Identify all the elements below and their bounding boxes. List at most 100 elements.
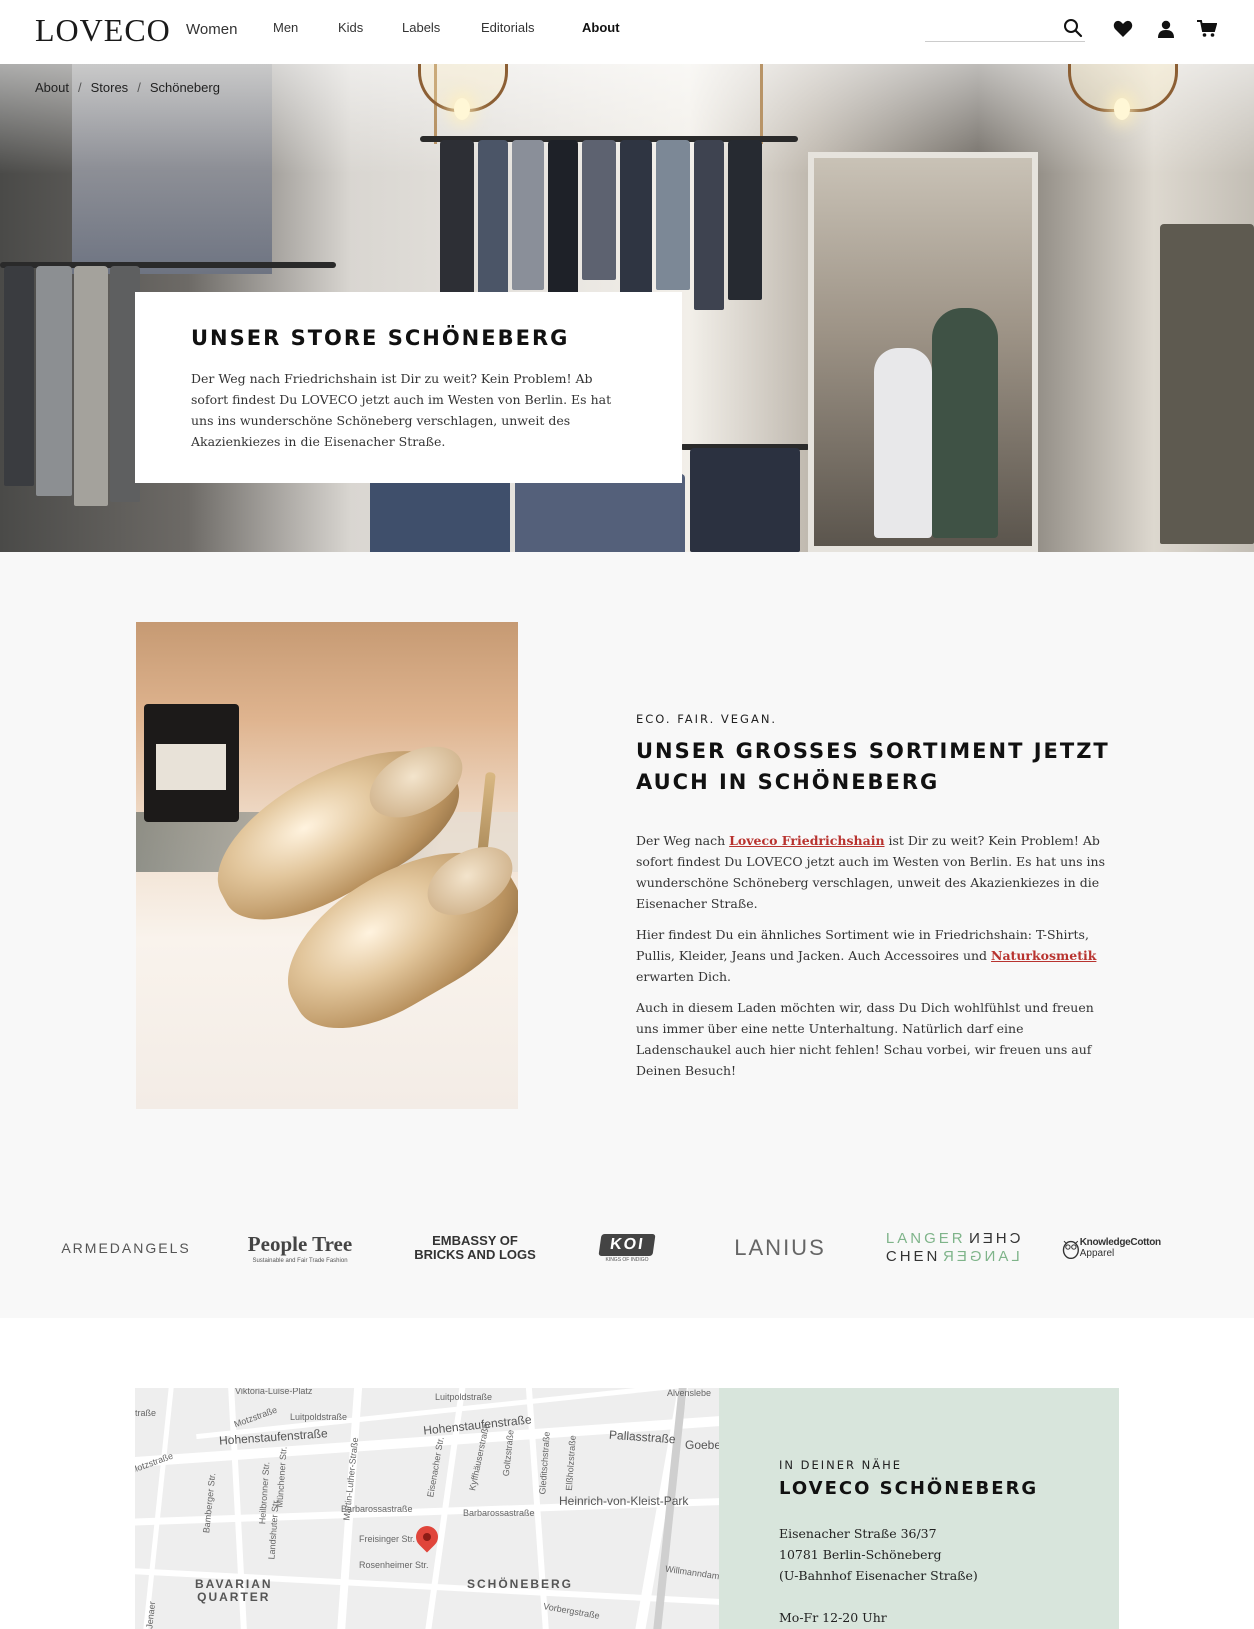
hero-garment <box>548 140 578 302</box>
sortiment-paragraph-1: Der Weg nach Loveco Friedrichshain ist D… <box>636 830 1116 914</box>
nav-labels[interactable]: Labels <box>402 20 440 35</box>
map-label: Vorbergstraße <box>542 1601 601 1621</box>
map-label: Viktoria-Luise-Platz <box>235 1388 313 1396</box>
shoes-image-candle <box>144 704 239 822</box>
owl-icon <box>1062 1240 1079 1259</box>
brand-langer-row-1: LANGERCHEN <box>886 1230 1020 1248</box>
map-label: Willmanndamm <box>664 1563 719 1583</box>
brand-knowledge-name: KnowledgeCotton Apparel <box>1080 1237 1196 1259</box>
brand-people-tree[interactable]: People Tree Sustainable and Fair Trade F… <box>232 1212 368 1284</box>
map-road <box>139 1388 176 1629</box>
brand-apparel-text: Apparel <box>1079 1248 1115 1259</box>
brand-logos: ARMEDANGELS People Tree Sustainable and … <box>0 1212 1254 1284</box>
store-info-card: IN DEINER NÄHE LOVECO SCHÖNEBERG Eisenac… <box>719 1388 1119 1629</box>
breadcrumb: About / Stores / Schöneberg <box>35 80 220 95</box>
breadcrumb-separator: / <box>77 80 82 95</box>
user-icon[interactable] <box>1154 17 1178 41</box>
brand-langer-chen[interactable]: LANGERCHEN CHENLANGER <box>885 1212 1021 1284</box>
map-label: Barbarossastraße <box>341 1504 413 1514</box>
brand-knowledge-text: Knowledge <box>1079 1237 1131 1248</box>
breadcrumb-stores[interactable]: Stores <box>91 80 129 95</box>
hero-poster-image <box>72 64 272 274</box>
sortiment-section: ECO. FAIR. VEGAN. UNSER GROSSES SORTIMEN… <box>0 552 1254 1318</box>
map-label: Gleditschstraße <box>537 1431 552 1495</box>
nav-kids[interactable]: Kids <box>338 20 363 35</box>
map-district-line: QUARTER <box>197 1590 271 1604</box>
hero-person <box>932 308 998 538</box>
map-label: Elßholzstraße <box>563 1434 578 1492</box>
naturkosmetik-link[interactable]: Naturkosmetik <box>991 948 1096 963</box>
shoes-image <box>136 622 518 1109</box>
paragraph-text: erwarten Dich. <box>636 969 731 984</box>
map-label: Freisinger Str. <box>359 1534 416 1544</box>
search-icon[interactable] <box>1061 16 1085 40</box>
brand-langer-text: LANGER <box>885 1230 966 1247</box>
hero-garment <box>74 266 108 506</box>
hero-person <box>874 348 932 538</box>
map-district-label: BAVARIAN QUARTER <box>195 1578 273 1604</box>
hero-rope <box>760 64 763 144</box>
hero-bulb <box>454 98 470 120</box>
store-title: LOVECO SCHÖNEBERG <box>779 1478 1039 1499</box>
store-map[interactable]: Viktoria-Luise-Platz traße Motzstraße Lu… <box>135 1388 719 1629</box>
map-label: Jenaer <box>144 1600 158 1629</box>
loveco-friedrichshain-link[interactable]: Loveco Friedrichshain <box>729 833 884 848</box>
search-input[interactable] <box>925 16 1055 40</box>
cart-icon[interactable] <box>1195 17 1219 41</box>
brand-koi[interactable]: KOI KINGS OF INDIGO <box>594 1212 660 1284</box>
location-section: Viktoria-Luise-Platz traße Motzstraße Lu… <box>0 1318 1254 1629</box>
nav-women[interactable]: Women <box>186 21 237 38</box>
hero-text: Der Weg nach Friedrichshain ist Dir zu w… <box>191 371 612 449</box>
hero-garment <box>478 140 508 310</box>
store-address-line-1: Eisenacher Straße 36/37 <box>779 1526 937 1541</box>
map-label: Luitpoldstraße <box>290 1412 348 1422</box>
breadcrumb-separator: / <box>137 80 141 95</box>
nav-men[interactable]: Men <box>273 20 298 35</box>
hero-garment <box>440 140 474 298</box>
map-label: Barbarossastraße <box>463 1508 535 1518</box>
candle-label <box>156 744 226 790</box>
hero-garment <box>582 140 616 280</box>
store-address-line-3: (U-Bahnhof Eisenacher Straße) <box>779 1568 978 1583</box>
hero-garment <box>1160 224 1254 544</box>
sortiment-paragraph-3: Auch in diesem Laden möchten wir, dass D… <box>636 1000 1094 1078</box>
brand-armedangels[interactable]: ARMEDANGELS <box>61 1212 188 1284</box>
brand-people-tree-name: People Tree <box>247 1232 353 1256</box>
nav-editorials[interactable]: Editorials <box>481 20 534 35</box>
map-label: Goeben <box>685 1438 719 1452</box>
store-eyebrow: IN DEINER NÄHE <box>779 1458 903 1472</box>
hero-garment <box>694 140 724 310</box>
paragraph-text: Der Weg nach <box>636 833 730 848</box>
map-label: Rosenheimer Str. <box>359 1560 429 1570</box>
nav-about[interactable]: About <box>582 20 620 35</box>
hero-garment <box>515 474 685 552</box>
hero-mirror <box>808 152 1038 552</box>
heart-icon[interactable] <box>1111 17 1135 41</box>
hero-garment <box>4 266 34 486</box>
sortiment-paragraph-2: Hier findest Du ein ähnliches Sortiment … <box>636 924 1116 987</box>
sortiment-text: ECO. FAIR. VEGAN. UNSER GROSSES SORTIMEN… <box>636 712 1116 1091</box>
hero-banner: About / Stores / Schöneberg UNSER STORE SCHÖ… <box>0 64 1254 552</box>
brand-koi-name: KOI <box>598 1233 656 1256</box>
breadcrumb-current: Schöneberg <box>149 80 220 95</box>
hero-garment <box>512 140 544 290</box>
sortiment-eyebrow: ECO. FAIR. VEGAN. <box>636 712 778 726</box>
search-box <box>925 16 1085 42</box>
brand-koi-tagline: KINGS OF INDIGO <box>605 1256 649 1263</box>
brand-lanius[interactable]: LANIUS <box>734 1212 823 1284</box>
brand-langer-row-2: CHENLANGER <box>886 1248 1020 1266</box>
brand-knowledge-cotton-apparel[interactable]: KnowledgeCotton Apparel <box>1062 1212 1196 1284</box>
hero-card: UNSER STORE SCHÖNEBERG Der Weg nach Frie… <box>135 292 682 483</box>
hero-bulb <box>1114 98 1130 120</box>
brand-people-tree-tagline: Sustainable and Fair Trade Fashion <box>252 1258 348 1264</box>
logo[interactable]: LOVECO <box>35 12 171 49</box>
site-header: LOVECO Women Men Kids Labels Editorials … <box>0 0 1254 64</box>
hero-garment <box>656 140 690 290</box>
hero-garment <box>370 474 510 552</box>
hero-garment <box>620 140 652 306</box>
brand-chen-text: CHEN <box>885 1248 941 1265</box>
brand-embassy-line-2: BRICKS AND LOGS <box>414 1247 536 1262</box>
breadcrumb-about[interactable]: About <box>35 80 69 95</box>
brand-embassy-of-bricks-and-logs[interactable]: EMBASSY OF BRICKS AND LOGS <box>406 1212 544 1284</box>
hero-garment <box>728 140 762 300</box>
